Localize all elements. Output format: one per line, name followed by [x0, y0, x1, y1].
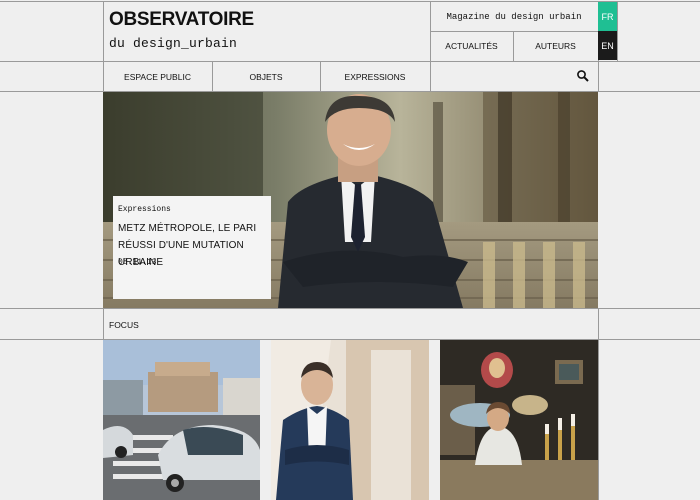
focus-thumb-interior[interactable] — [440, 340, 598, 500]
nav-espace-public[interactable]: ESPACE PUBLIC — [103, 62, 212, 91]
nav-actualites[interactable]: ACTUALITÉS — [430, 31, 513, 61]
focus-heading: FOCUS — [109, 320, 139, 330]
nav-auteurs[interactable]: AUTEURS — [513, 31, 598, 61]
divider — [598, 308, 599, 500]
article-category[interactable]: Expressions — [118, 205, 171, 214]
language-fr-button[interactable]: FR — [598, 2, 617, 31]
nav-objets[interactable]: OBJETS — [212, 62, 320, 91]
divider — [0, 308, 700, 309]
language-en-button[interactable]: EN — [598, 31, 617, 60]
article-date: 08.11.13 — [118, 258, 157, 267]
focus-thumb-portrait[interactable] — [271, 340, 429, 500]
logo-title: OBSERVATOIRE — [109, 9, 254, 30]
divider — [617, 1, 618, 61]
focus-thumb-city[interactable] — [103, 340, 260, 500]
site-logo[interactable]: OBSERVATOIRE du design_urbain — [109, 9, 254, 52]
search-icon[interactable] — [576, 69, 590, 83]
site-tagline: Magazine du design urbain — [446, 11, 582, 22]
featured-article-card[interactable]: Expressions METZ MÉTROPOLE, LE PARI RÉUS… — [113, 196, 271, 299]
logo-subtitle: du design_urbain — [109, 36, 238, 51]
nav-expressions[interactable]: EXPRESSIONS — [320, 62, 430, 91]
